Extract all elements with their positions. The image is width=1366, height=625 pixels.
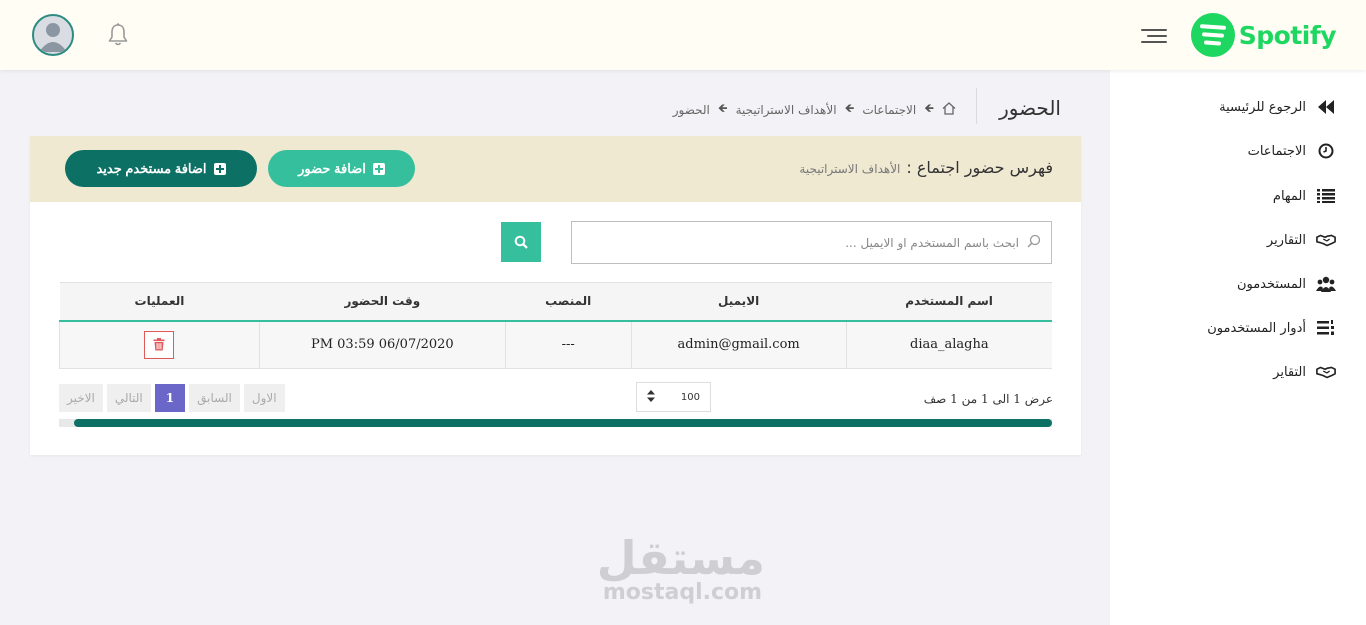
arrow-left-icon: 🡸 bbox=[844, 101, 855, 115]
page-current[interactable]: 1 bbox=[154, 384, 186, 412]
brand-name: Spotify bbox=[1238, 20, 1337, 50]
hamburger-icon[interactable] bbox=[1141, 27, 1167, 45]
breadcrumb: 🡸 الاجتماعات 🡸 الأهداف الاستراتيجية 🡸 ال… bbox=[673, 99, 956, 120]
watermark-english: mostaql.com bbox=[602, 580, 763, 605]
breadcrumb-item-current: الحضور bbox=[672, 102, 710, 117]
sidebar-item-label: الرجوع للرئيسية bbox=[1219, 99, 1306, 115]
scrollbar-thumb[interactable] bbox=[74, 419, 1052, 427]
search-input[interactable] bbox=[599, 235, 1019, 250]
sidebar-item-meetings[interactable]: الاجتماعات bbox=[1248, 142, 1336, 160]
handshake-icon bbox=[1316, 363, 1336, 381]
delete-button[interactable] bbox=[144, 330, 175, 359]
cell-username: diaa_alagha bbox=[845, 320, 1052, 369]
add-user-label: اضافة مستخدم جديد bbox=[96, 160, 207, 176]
card-title-sub: الأهداف الاستراتيجية bbox=[799, 162, 901, 176]
fast-backward-icon bbox=[1316, 98, 1336, 116]
cell-actions bbox=[59, 320, 260, 369]
search-button[interactable] bbox=[501, 222, 541, 262]
horizontal-scrollbar[interactable] bbox=[59, 419, 1052, 427]
column-header[interactable]: الايميل bbox=[631, 282, 847, 322]
trash-icon bbox=[153, 338, 165, 351]
watermark: مستقل mostaql.com bbox=[596, 531, 765, 605]
users-icon bbox=[1316, 275, 1336, 293]
list-icon bbox=[1316, 187, 1336, 205]
sidebar-item-label: التقاير bbox=[1273, 364, 1306, 380]
sidebar-item-label: الاجتماعات bbox=[1247, 143, 1306, 159]
card-title: فهرس حضور اجتماع : الأهداف الاستراتيجية bbox=[799, 158, 1053, 177]
page-last[interactable]: الاخير bbox=[59, 384, 103, 412]
card-header: فهرس حضور اجتماع : الأهداف الاستراتيجية … bbox=[30, 136, 1081, 202]
per-page-select[interactable]: 100 bbox=[636, 382, 711, 412]
cell-time: PM 03:59 06/07/2020 bbox=[258, 320, 506, 369]
page-prev[interactable]: السابق bbox=[189, 384, 240, 412]
search-icon bbox=[1027, 234, 1041, 252]
plus-square-icon bbox=[213, 162, 226, 175]
bell-icon[interactable] bbox=[106, 22, 130, 48]
sidebar: الرجوع للرئيسية الاجتماعات المهام التقار… bbox=[1110, 70, 1366, 625]
title-divider bbox=[976, 88, 977, 124]
sidebar-item-home[interactable]: الرجوع للرئيسية bbox=[1219, 98, 1336, 116]
sidebar-item-reports[interactable]: التقارير bbox=[1267, 231, 1336, 249]
breadcrumb-item[interactable]: الأهداف الاستراتيجية bbox=[736, 103, 837, 117]
column-header[interactable]: المنصب bbox=[505, 282, 632, 322]
sidebar-item-users[interactable]: المستخدمون bbox=[1237, 275, 1336, 293]
spotify-logo-icon bbox=[1190, 13, 1235, 57]
search-icon bbox=[514, 235, 528, 249]
plus-square-icon bbox=[372, 162, 385, 175]
add-attendance-button[interactable]: اضافة حضور bbox=[268, 150, 415, 187]
sidebar-item-label: أدوار المستخدمون bbox=[1207, 320, 1306, 336]
watermark-arabic: مستقل bbox=[596, 531, 765, 585]
page-next[interactable]: التالي bbox=[106, 384, 151, 412]
pagination: الاخير التالي 1 السابق الاول bbox=[59, 384, 285, 412]
column-header[interactable]: وقت الحضور bbox=[259, 282, 506, 322]
sidebar-item-label: التقارير bbox=[1266, 232, 1306, 248]
handshake-icon bbox=[1316, 231, 1336, 249]
list-ol-icon bbox=[1316, 319, 1336, 337]
table-row: diaa_alagha admin@gmail.com --- PM 03:59… bbox=[59, 320, 1052, 369]
arrow-left-icon: 🡸 bbox=[717, 101, 728, 115]
user-avatar-icon[interactable] bbox=[32, 14, 74, 56]
attendance-card: فهرس حضور اجتماع : الأهداف الاستراتيجية … bbox=[30, 136, 1081, 455]
add-attendance-label: اضافة حضور bbox=[298, 160, 366, 176]
home-icon[interactable] bbox=[942, 101, 956, 118]
pagination-info: عرض 1 الى 1 من 1 صف bbox=[923, 392, 1053, 406]
sidebar-item-label: المهام bbox=[1272, 188, 1306, 204]
arrow-left-icon: 🡸 bbox=[924, 101, 934, 115]
sidebar-item-user-roles[interactable]: أدوار المستخدمون bbox=[1207, 319, 1336, 337]
table-header-row: اسم المستخدم الايميل المنصب وقت الحضور ا… bbox=[59, 282, 1052, 322]
sidebar-item-tasks[interactable]: المهام bbox=[1273, 187, 1336, 205]
page-title: الحضور bbox=[999, 96, 1061, 120]
add-user-button[interactable]: اضافة مستخدم جديد bbox=[65, 150, 257, 187]
per-page-value: 100 bbox=[680, 391, 700, 403]
attendance-table: اسم المستخدم الايميل المنصب وقت الحضور ا… bbox=[59, 282, 1052, 369]
page-first[interactable]: الاول bbox=[243, 384, 285, 412]
column-header: العمليات bbox=[59, 282, 260, 322]
cell-email: admin@gmail.com bbox=[630, 320, 847, 369]
card-title-main: فهرس حضور اجتماع : bbox=[906, 158, 1053, 177]
spotify-logo[interactable]: Spotify bbox=[1190, 12, 1337, 58]
clock-icon bbox=[1316, 142, 1336, 160]
sidebar-item-label: المستخدمون bbox=[1236, 276, 1306, 292]
sort-icon bbox=[647, 389, 655, 405]
cell-position: --- bbox=[504, 320, 632, 369]
search-field bbox=[571, 221, 1052, 264]
top-bar: Spotify bbox=[0, 0, 1366, 70]
sidebar-item-reports-2[interactable]: التقاير bbox=[1273, 363, 1336, 381]
breadcrumb-item[interactable]: الاجتماعات bbox=[862, 103, 916, 117]
column-header[interactable]: اسم المستخدم bbox=[846, 282, 1052, 322]
